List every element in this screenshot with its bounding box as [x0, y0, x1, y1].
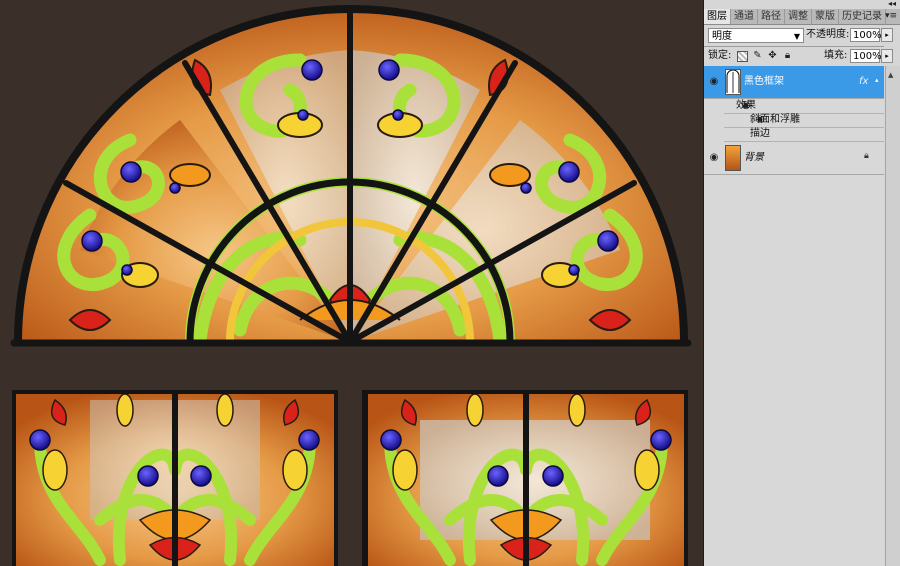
opacity-slider-toggle[interactable]: ▸: [881, 28, 893, 42]
blend-mode-select[interactable]: 明度 ▼: [708, 28, 804, 43]
eye-icon[interactable]: ◉: [708, 152, 720, 164]
layer-thumbnail: [725, 145, 741, 171]
eye-icon[interactable]: ◉: [708, 76, 720, 88]
tab-layers[interactable]: 图层: [704, 9, 731, 24]
lower-right-window: [362, 390, 688, 566]
lock-transparency-icon[interactable]: [737, 51, 748, 62]
effects-header-row[interactable]: ◉ 效果: [724, 99, 884, 114]
layers-panel: ◂◂ 图层 通道 路径 调整 蒙版 历史记录 ▾≡ 明度 ▼ 不透明度: 100…: [703, 0, 900, 566]
fill-label: 填充:: [824, 50, 848, 61]
tab-paths[interactable]: 路径: [758, 9, 785, 24]
effect-row-bevel[interactable]: ◉ 斜面和浮雕: [724, 113, 884, 128]
scroll-up-icon[interactable]: ▲: [888, 71, 893, 79]
layer-name[interactable]: 黑色框架: [744, 75, 784, 89]
layer-row-background[interactable]: ◉ 背景 🔒︎: [704, 142, 884, 175]
lock-brush-icon[interactable]: ✎: [752, 50, 763, 61]
lower-left-window: [12, 390, 338, 566]
blend-mode-value: 明度: [712, 31, 732, 42]
opacity-input[interactable]: 100%: [850, 28, 882, 42]
tab-channels[interactable]: 通道: [731, 9, 758, 24]
tab-history[interactable]: 历史记录: [839, 9, 886, 24]
effect-name: 描边: [750, 128, 770, 139]
layer-thumbnail: [725, 69, 741, 95]
opacity-label: 不透明度:: [806, 29, 850, 40]
stained-glass-artwork: [10, 5, 692, 566]
fill-input[interactable]: 100%: [850, 49, 882, 63]
expand-effects-icon[interactable]: ▴: [875, 76, 879, 84]
lock-icon: 🔒︎: [864, 151, 869, 161]
panel-tabs: 图层 通道 路径 调整 蒙版 历史记录: [704, 9, 900, 25]
tab-masks[interactable]: 蒙版: [812, 9, 839, 24]
divider: [704, 46, 884, 47]
effect-row-stroke[interactable]: 描边: [724, 127, 884, 142]
chevron-down-icon: ▼: [793, 32, 800, 41]
fill-slider-toggle[interactable]: ▸: [881, 49, 893, 63]
fx-icon[interactable]: fx: [859, 75, 868, 89]
panel-menu-icon[interactable]: ▾≡: [885, 9, 897, 24]
effect-name: 斜面和浮雕: [750, 114, 800, 125]
lock-move-icon[interactable]: ✥: [767, 50, 778, 61]
collapse-panel-icon[interactable]: ◂◂: [876, 0, 896, 8]
layers-scrollbar[interactable]: ▲: [885, 66, 900, 566]
layer-name[interactable]: 背景: [744, 151, 764, 165]
tab-adjustments[interactable]: 调整: [785, 9, 812, 24]
effects-header: 效果: [736, 100, 756, 111]
lock-label: 锁定:: [708, 50, 732, 61]
layer-row-frame[interactable]: ◉ 黑色框架 fx ▴: [704, 66, 884, 99]
fan-window: [10, 5, 692, 347]
lock-all-icon[interactable]: 🔒︎: [782, 50, 793, 61]
layers-list: ◉ 黑色框架 fx ▴ ◉ 效果 ◉ 斜面和浮雕 描边 ◉ 背景 🔒︎: [704, 66, 884, 566]
document-canvas[interactable]: [0, 0, 702, 566]
